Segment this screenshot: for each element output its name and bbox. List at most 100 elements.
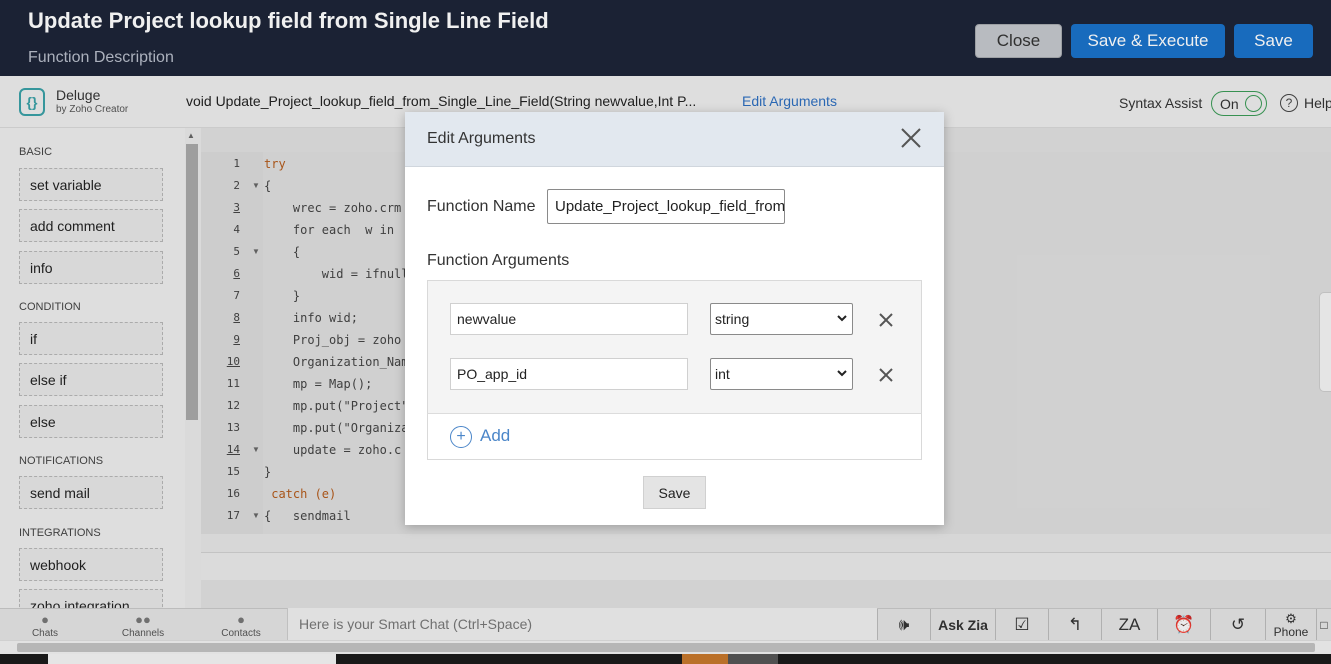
zia-icon[interactable]: ZA [1101, 609, 1157, 640]
argument-type-select[interactable]: int [710, 358, 853, 390]
sidebar-item-else-if[interactable]: else if [19, 363, 163, 396]
toggle-knob-icon [1245, 95, 1262, 112]
alarm-icon[interactable]: ⏰ [1157, 609, 1210, 640]
function-signature: void Update_Project_lookup_field_from_Si… [186, 93, 697, 109]
chat-bubble-icon: ● [41, 612, 49, 627]
save-button[interactable]: Save [1234, 24, 1313, 58]
activity-icon[interactable]: ☑ [995, 609, 1048, 640]
line-number: 3 [233, 201, 240, 214]
contact-icon: ● [237, 612, 245, 627]
add-circle-icon[interactable]: + [450, 426, 472, 448]
chevron-down-icon [837, 315, 847, 322]
history-icon[interactable]: ↺ [1210, 609, 1265, 640]
smart-chat-input[interactable]: Here is your Smart Chat (Ctrl+Space) [287, 608, 877, 640]
dialog-header: Edit Arguments [405, 112, 944, 167]
sidebar-item-zoho-integration[interactable]: zoho integration [19, 589, 163, 608]
line-number: 4 [233, 223, 240, 236]
task-sidebar: BASIC set variable add comment info COND… [0, 128, 184, 608]
argument-name-input[interactable]: PO_app_id [450, 358, 688, 390]
sidebar-item-info[interactable]: info [19, 251, 163, 284]
help-icon[interactable]: ? [1280, 94, 1298, 112]
share-icon[interactable]: ↰ [1048, 609, 1101, 640]
contacts-nav[interactable]: ● Contacts [211, 612, 271, 639]
remove-argument-icon[interactable] [877, 311, 895, 329]
code-line: } [264, 289, 301, 303]
editor-footer [201, 552, 1331, 580]
taskbar-item[interactable] [728, 654, 778, 664]
page-title: Update Project lookup field from Single … [28, 8, 549, 33]
page-hscroll-thumb[interactable] [17, 643, 1315, 652]
line-number: 10 [226, 355, 240, 368]
fold-arrow-icon[interactable]: ▼ [252, 247, 260, 256]
phone-label: Phone [1273, 625, 1309, 639]
right-side-tab[interactable] [1319, 292, 1331, 392]
deluge-logo-icon: {} [19, 88, 45, 116]
code-line: Organization_Nam [264, 355, 409, 369]
add-argument-button[interactable]: Add [480, 426, 510, 446]
edit-arguments-link[interactable]: Edit Arguments [742, 93, 837, 109]
sidebar-item-set-variable[interactable]: set variable [19, 168, 163, 201]
remove-argument-icon[interactable] [877, 366, 895, 384]
code-line: mp = Map(); [264, 377, 373, 391]
function-name-label: Function Name [427, 198, 536, 215]
syntax-toggle-label: On [1220, 95, 1239, 112]
line-number: 15 [226, 465, 240, 478]
sidebar-item-add-comment[interactable]: add comment [19, 209, 163, 242]
logo-byline: by Zoho Creator [56, 104, 129, 115]
code-line: mp.put("Organiza [264, 421, 409, 435]
line-number: 2 [233, 179, 240, 192]
line-number: 5 [233, 245, 240, 258]
fold-arrow-icon[interactable]: ▼ [252, 181, 260, 190]
code-line: } [264, 465, 272, 479]
code-line: info wid; [264, 311, 358, 325]
taskbar-item[interactable] [682, 654, 728, 664]
line-number: 16 [226, 487, 240, 500]
argument-name-input[interactable]: newvalue [450, 303, 688, 335]
fold-arrow-icon[interactable]: ▼ [252, 445, 260, 454]
logo-name: Deluge [56, 87, 101, 103]
scroll-up-icon[interactable]: ▲ [187, 131, 195, 140]
phone-button[interactable]: ⚙ Phone [1265, 609, 1316, 640]
taskbar-item[interactable] [48, 654, 336, 664]
announcement-icon[interactable]: 🕪 [877, 609, 930, 640]
sidebar-item-webhook[interactable]: webhook [19, 548, 163, 581]
line-number: 12 [226, 399, 240, 412]
help-label[interactable]: Help [1304, 95, 1331, 111]
code-line: catch (e) [264, 487, 337, 501]
function-name-input[interactable]: Update_Project_lookup_field_from [547, 189, 785, 224]
fold-arrow-icon[interactable]: ▼ [252, 511, 260, 520]
sidebar-item-if[interactable]: if [19, 322, 163, 355]
editor-hscroll[interactable] [201, 534, 1331, 552]
more-icon[interactable]: □ [1316, 609, 1331, 640]
code-line: for each w in [264, 223, 395, 237]
code-line: Proj_obj = zoho [264, 333, 402, 347]
code-line: { [264, 245, 301, 259]
save-execute-button[interactable]: Save & Execute [1071, 24, 1225, 58]
channels-nav[interactable]: ●● Channels [113, 612, 173, 639]
sidebar-item-else[interactable]: else [19, 405, 163, 438]
argument-type-value: int [715, 366, 730, 382]
code-line: update = zoho.c [264, 443, 402, 457]
section-condition: CONDITION [19, 301, 81, 313]
line-number: 1 [233, 157, 240, 170]
ask-zia-button[interactable]: Ask Zia [930, 609, 995, 640]
code-line: { [264, 179, 272, 193]
function-description[interactable]: Function Description [28, 49, 174, 67]
syntax-assist-toggle[interactable]: On [1211, 91, 1267, 116]
dialog-save-button[interactable]: Save [643, 476, 706, 509]
code-line: { sendmail [264, 509, 351, 523]
top-header: Update Project lookup field from Single … [0, 0, 1331, 76]
os-taskbar [0, 654, 1331, 664]
code-line: wid = ifnull [264, 267, 409, 281]
close-icon[interactable] [899, 126, 923, 150]
chats-nav[interactable]: ● Chats [15, 612, 75, 639]
section-notifications: NOTIFICATIONS [19, 455, 104, 467]
function-arguments-label: Function Arguments [427, 252, 570, 269]
sidebar-scroll-thumb[interactable] [186, 144, 198, 420]
argument-type-select[interactable]: string [710, 303, 853, 335]
sidebar-item-send-mail[interactable]: send mail [19, 476, 163, 509]
channels-icon: ●● [135, 612, 151, 627]
close-button[interactable]: Close [975, 24, 1062, 58]
code-line: wrec = zoho.crm [264, 201, 402, 215]
line-number: 9 [233, 333, 240, 346]
